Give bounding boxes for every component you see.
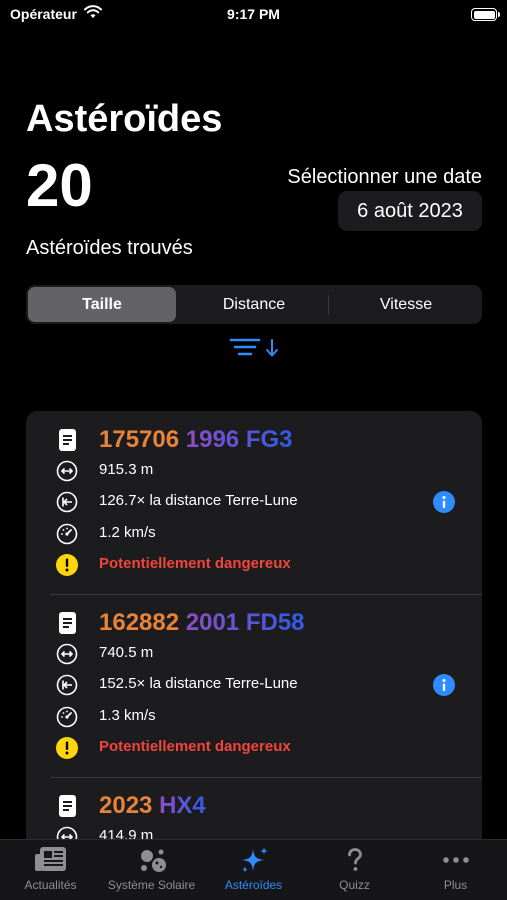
distance-row: 126.7× la distance Terre-Lune xyxy=(26,489,482,515)
distance-row: 152.5× la distance Terre-Lune xyxy=(26,672,482,698)
asteroid-count-label: Astéroïdes trouvés xyxy=(26,237,193,259)
speed-row: 1.2 km/s xyxy=(26,521,482,547)
segment-distance[interactable]: Distance xyxy=(180,287,328,322)
tab-asteroides[interactable]: Astéroïdes xyxy=(203,846,304,892)
info-icon[interactable] xyxy=(433,674,455,701)
tab-label: Quizz xyxy=(339,878,370,892)
tab-label: Astéroïdes xyxy=(224,878,283,892)
speed-value: 1.3 km/s xyxy=(99,707,156,724)
segment-divider xyxy=(328,295,329,315)
speedometer-icon xyxy=(56,523,78,550)
asteroid-number: 2023 xyxy=(99,792,153,819)
date-picker-button[interactable]: 6 août 2023 xyxy=(338,191,482,231)
ellipsis-icon xyxy=(405,846,506,874)
hazard-row: Potentiellement dangereux xyxy=(26,552,482,578)
asteroid-name: 162882 2001 FD58 xyxy=(99,609,305,637)
info-icon[interactable] xyxy=(433,491,455,518)
diameter-icon xyxy=(56,643,78,670)
planets-icon xyxy=(101,846,202,874)
tab-label: Plus xyxy=(443,878,468,892)
asteroid-count: 20 xyxy=(26,152,93,219)
hazard-label: Potentiellement dangereux xyxy=(99,555,291,572)
speed-value: 1.2 km/s xyxy=(99,524,156,541)
hazard-row: Potentiellement dangereux xyxy=(26,735,482,761)
distance-value: 152.5× la distance Terre-Lune xyxy=(99,675,298,692)
tab-quizz[interactable]: Quizz xyxy=(304,846,405,892)
newspaper-icon xyxy=(0,846,101,874)
tab-label: Actualités xyxy=(24,878,77,892)
tab-bar: Actualités Système Solaire Astéroïdes Qu… xyxy=(0,839,507,900)
asteroid-designation: 2001 FD58 xyxy=(185,609,305,636)
tab-label: Système Solaire xyxy=(107,878,196,892)
document-icon xyxy=(59,795,76,822)
diameter-value: 915.3 m xyxy=(99,461,154,478)
sort-order-icon[interactable] xyxy=(229,336,281,365)
sort-segmented-control: Taille Distance Vitesse xyxy=(26,285,482,324)
tab-actualites[interactable]: Actualités xyxy=(0,846,101,892)
question-icon xyxy=(304,846,405,874)
tab-systeme-solaire[interactable]: Système Solaire xyxy=(101,846,202,892)
sparkles-icon xyxy=(203,846,304,874)
status-bar: Opérateur 9:17 PM xyxy=(0,0,507,30)
diameter-icon xyxy=(56,460,78,487)
status-time: 9:17 PM xyxy=(227,6,280,22)
battery-icon xyxy=(471,8,500,21)
asteroid-number: 162882 xyxy=(99,609,180,636)
page-title: Astéroïdes xyxy=(26,98,223,140)
distance-icon xyxy=(56,491,78,518)
asteroid-number: 175706 xyxy=(99,426,180,453)
asteroid-item[interactable]: 162882 2001 FD58 740.5 m 152.5× la dista… xyxy=(26,594,482,777)
date-picker-label: Sélectionner une date xyxy=(287,166,482,188)
asteroid-name: 2023 HX4 xyxy=(99,792,206,820)
distance-icon xyxy=(56,674,78,701)
warning-icon xyxy=(56,737,78,764)
speed-row: 1.3 km/s xyxy=(26,704,482,730)
hazard-label: Potentiellement dangereux xyxy=(99,738,291,755)
asteroid-designation: HX4 xyxy=(159,792,206,819)
asteroid-name: 175706 1996 FG3 xyxy=(99,426,293,454)
asteroid-list: 175706 1996 FG3 915.3 m 126.7× la distan… xyxy=(26,411,482,851)
segment-vitesse[interactable]: Vitesse xyxy=(332,287,480,322)
tab-plus[interactable]: Plus xyxy=(405,846,506,892)
document-icon xyxy=(59,429,76,456)
diameter-row: 915.3 m xyxy=(26,458,482,484)
speedometer-icon xyxy=(56,706,78,733)
asteroid-designation: 1996 FG3 xyxy=(185,426,293,453)
warning-icon xyxy=(56,554,78,581)
diameter-value: 740.5 m xyxy=(99,644,154,661)
segment-taille[interactable]: Taille xyxy=(28,287,176,322)
diameter-row: 740.5 m xyxy=(26,641,482,667)
distance-value: 126.7× la distance Terre-Lune xyxy=(99,492,298,509)
document-icon xyxy=(59,612,76,639)
asteroid-item[interactable]: 175706 1996 FG3 915.3 m 126.7× la distan… xyxy=(26,411,482,594)
